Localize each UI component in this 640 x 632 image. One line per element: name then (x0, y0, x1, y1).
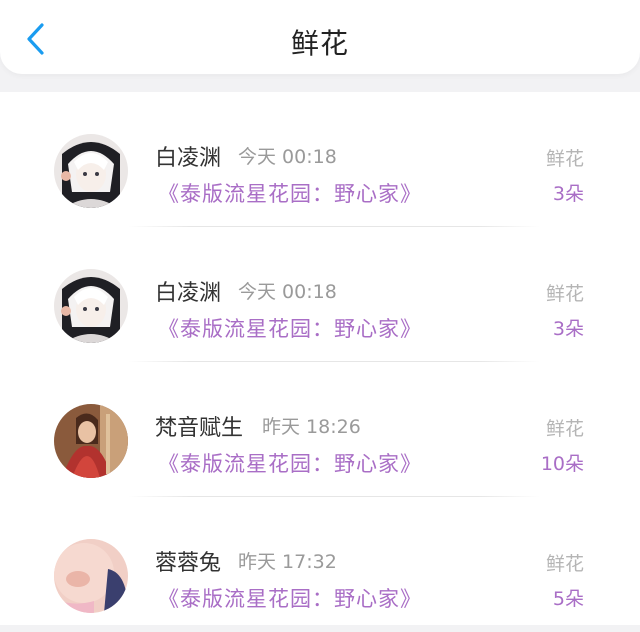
timestamp: 今天 00:18 (238, 281, 337, 303)
avatar[interactable] (54, 269, 128, 343)
timestamp: 今天 00:18 (238, 146, 337, 168)
avatar[interactable] (54, 404, 128, 478)
list-item[interactable]: 梵音赋生 昨天 18:26 《泰版流星花园：野心家》 鲜花 10朵 (0, 362, 640, 497)
page-title: 鲜花 (290, 27, 349, 60)
gift-type: 鲜花 (545, 148, 584, 170)
gift-type: 鲜花 (545, 283, 584, 305)
list-item[interactable]: 白凌渊 今天 00:18 《泰版流星花园：野心家》 鲜花 3朵 (0, 92, 640, 227)
user-name: 蓉蓉兔 (155, 551, 222, 576)
gift-type: 鲜花 (545, 418, 584, 440)
gift-count: 3朵 (552, 183, 584, 205)
gift-count: 5朵 (552, 588, 584, 610)
list-item[interactable]: 蓉蓉兔 昨天 17:32 《泰版流星花园：野心家》 鲜花 5朵 (0, 497, 640, 632)
list-item[interactable]: 白凌渊 今天 00:18 《泰版流星花园：野心家》 鲜花 3朵 (0, 227, 640, 362)
series-link[interactable]: 《泰版流星花园：野心家》 (158, 583, 422, 613)
series-link[interactable]: 《泰版流星花园：野心家》 (158, 313, 422, 343)
gift-count: 3朵 (552, 318, 584, 340)
timestamp: 昨天 18:26 (262, 416, 361, 438)
top-bar: 鲜花 (0, 0, 640, 74)
user-name: 白凌渊 (155, 281, 222, 306)
gift-type: 鲜花 (545, 553, 584, 575)
user-name: 白凌渊 (155, 146, 222, 171)
avatar[interactable] (54, 134, 128, 208)
series-link[interactable]: 《泰版流星花园：野心家》 (158, 448, 422, 478)
gift-count: 10朵 (540, 453, 584, 475)
avatar[interactable] (54, 539, 128, 613)
series-link[interactable]: 《泰版流星花园：野心家》 (158, 178, 422, 208)
timestamp: 昨天 17:32 (238, 551, 337, 573)
gift-list: 白凌渊 今天 00:18 《泰版流星花园：野心家》 鲜花 3朵 白凌渊 今天 0… (0, 92, 640, 625)
user-name: 梵音赋生 (155, 416, 244, 441)
